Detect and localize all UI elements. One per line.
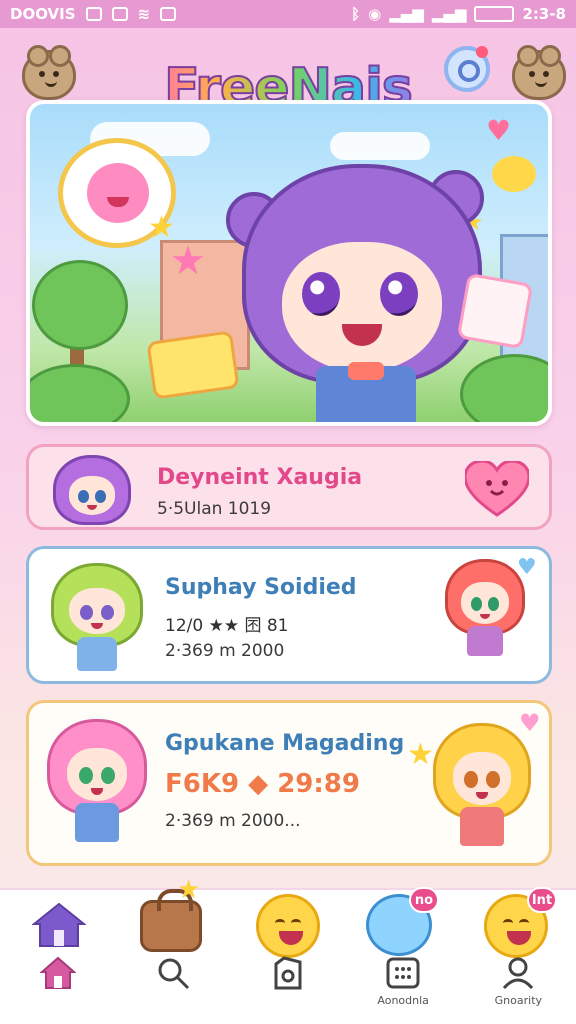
heart-icon: ♥ (486, 114, 512, 147)
heart-icon[interactable] (465, 461, 529, 517)
bush (460, 354, 548, 422)
profile-icon (503, 957, 534, 990)
chibi-avatar-green (51, 563, 143, 671)
nav-profile-label: Gnoarity (494, 994, 543, 1007)
heart-pink-icon[interactable]: ♥ (519, 709, 541, 737)
signal-icon: ▂▄▆ (389, 5, 424, 23)
sticker-card (456, 272, 534, 350)
bottom-navigation: Aonodnla Gnoarity (0, 956, 576, 1024)
signal-2-icon: ▂▄▆ (431, 5, 467, 23)
mascot-right-icon[interactable] (512, 45, 566, 100)
list-item-1[interactable]: Deyneint Xaugia 5·5Ulan 1019 (26, 444, 552, 530)
card-subtitle: 2·369 m 2000 (165, 641, 285, 661)
hero-banner[interactable]: ★ ★ ★ ♥ (26, 100, 552, 426)
chat-badge: no (409, 887, 439, 913)
chibi-avatar-purple (53, 455, 131, 525)
chibi-avatar-yellow (433, 723, 531, 846)
carrier-label: DOOVIS (10, 5, 76, 23)
card-title: Suphay Soidied (165, 575, 357, 600)
home-large-icon[interactable] (32, 902, 86, 948)
list-item-3[interactable]: Gpukane Magading F6K9 ◆ 29:89 2·369 m 20… (26, 700, 552, 866)
sun-mascot-icon (492, 156, 536, 192)
app-notification-icon (160, 7, 177, 21)
laugh-icon[interactable]: Int (484, 887, 557, 958)
status-bar: DOOVIS ≋ ᛒ ◉ ▂▄▆ ▂▄▆ 2:3-8 (0, 0, 576, 28)
laugh-badge: Int (527, 887, 557, 913)
wifi-icon: ≋ (137, 5, 151, 23)
nav-profile[interactable]: Gnoarity (470, 956, 566, 1007)
camera-icon (274, 956, 302, 990)
tree (32, 260, 128, 350)
mascot-left-icon[interactable] (22, 45, 76, 100)
clock: 2:3-8 (522, 5, 566, 23)
nav-home[interactable] (10, 956, 106, 994)
bluetooth-icon: ᛒ (351, 5, 361, 23)
card-subtitle: 2·369 m 2000... (165, 811, 301, 831)
nav-grid[interactable]: Aonodnla (355, 956, 451, 1007)
nav-grid-label: Aonodnla (377, 994, 429, 1007)
notification-icon (85, 7, 102, 21)
pink-star-icon: ★ (170, 238, 206, 284)
heart-blue-icon[interactable]: ♥ (517, 555, 537, 580)
list-item-2[interactable]: Suphay Soidied 12/0 ★★ 囨 81 2·369 m 2000… (26, 546, 552, 684)
card-title: Gpukane Magading (165, 731, 405, 756)
smile-icon[interactable] (256, 894, 320, 958)
message-icon (111, 7, 128, 21)
chibi-avatar-red (445, 559, 525, 657)
search-icon (158, 958, 189, 990)
sticker-note (146, 330, 240, 400)
home-icon (39, 956, 76, 989)
chat-icon[interactable]: no (366, 887, 439, 956)
card-subtitle: 5·5Ulan 1019 (157, 499, 272, 519)
nav-search[interactable] (125, 956, 221, 994)
card-price: F6K9 ◆ 29:89 (165, 769, 360, 799)
battery-icon (474, 6, 515, 22)
camera-icon[interactable] (444, 46, 490, 92)
alarm-icon: ◉ (368, 5, 382, 23)
shopping-bag-icon[interactable]: ★ (140, 875, 202, 952)
nav-camera[interactable] (240, 956, 336, 994)
grid-icon (386, 957, 420, 989)
card-rating: 12/0 ★★ 囨 81 (165, 616, 289, 636)
card-title: Deyneint Xaugia (157, 465, 363, 490)
star-icon: ★ (407, 737, 434, 772)
chibi-avatar-pink (47, 719, 147, 842)
